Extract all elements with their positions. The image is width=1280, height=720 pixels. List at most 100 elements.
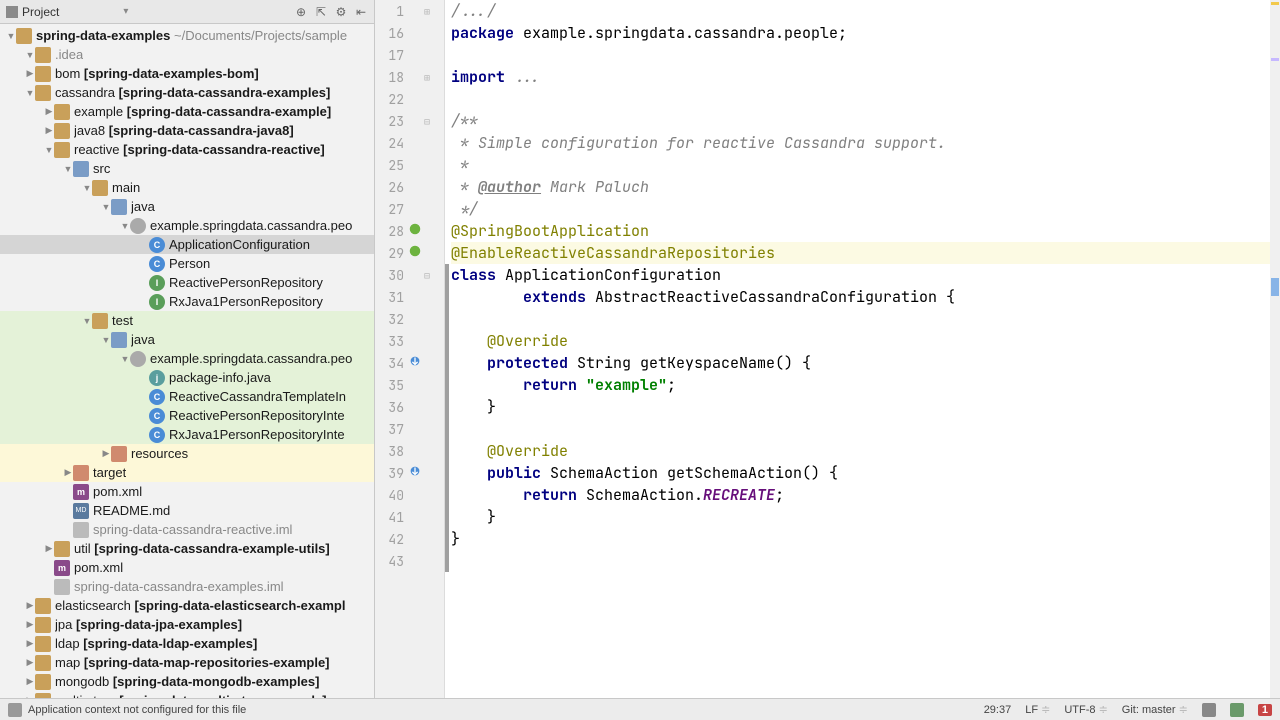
tree-row[interactable]: .idea: [0, 45, 374, 64]
tree-row[interactable]: mongodb [spring-data-mongodb-examples]: [0, 672, 374, 691]
tree-row[interactable]: IReactivePersonRepository: [0, 273, 374, 292]
gutter-line[interactable]: 28: [375, 220, 444, 242]
code-line[interactable]: import ...: [451, 66, 1280, 88]
gutter-line[interactable]: 38: [375, 440, 444, 462]
tree-row[interactable]: jpackage-info.java: [0, 368, 374, 387]
gear-icon[interactable]: ⚙: [334, 5, 348, 19]
code-line[interactable]: return "example";: [451, 374, 1280, 396]
project-tree[interactable]: spring-data-examples ~/Documents/Project…: [0, 24, 374, 698]
tree-row[interactable]: IRxJava1PersonRepository: [0, 292, 374, 311]
tree-row[interactable]: test: [0, 311, 374, 330]
tree-row[interactable]: multi-store [spring-data-multi-store-exa…: [0, 691, 374, 698]
gutter-line[interactable]: 18⊞: [375, 66, 444, 88]
gutter-line[interactable]: 42: [375, 528, 444, 550]
code-line[interactable]: /.../: [451, 0, 1280, 22]
code-line[interactable]: [451, 550, 1280, 572]
inspect-icon[interactable]: [1230, 703, 1244, 717]
tree-root[interactable]: spring-data-examples ~/Documents/Project…: [0, 26, 374, 45]
code-line[interactable]: */: [451, 198, 1280, 220]
gutter-line[interactable]: 23⊟: [375, 110, 444, 132]
tree-row[interactable]: CReactivePersonRepositoryInte: [0, 406, 374, 425]
code-line[interactable]: @Override: [451, 440, 1280, 462]
tree-arrow-icon[interactable]: [101, 335, 111, 345]
tree-row[interactable]: java: [0, 330, 374, 349]
tree-row[interactable]: mpom.xml: [0, 482, 374, 501]
tree-arrow-icon[interactable]: [25, 619, 35, 630]
tree-arrow-icon[interactable]: [44, 145, 54, 155]
tree-arrow-icon[interactable]: [82, 316, 92, 326]
tree-row[interactable]: CPerson: [0, 254, 374, 273]
gutter-line[interactable]: 41: [375, 506, 444, 528]
tree-arrow-icon[interactable]: [44, 125, 54, 136]
gutter-line[interactable]: 37: [375, 418, 444, 440]
tree-arrow-icon[interactable]: [25, 638, 35, 649]
gutter-line[interactable]: 25: [375, 154, 444, 176]
tree-row[interactable]: CRxJava1PersonRepositoryInte: [0, 425, 374, 444]
tree-arrow-icon[interactable]: [25, 68, 35, 79]
error-stripe[interactable]: [1270, 0, 1280, 698]
notification-badge[interactable]: 1: [1258, 704, 1272, 716]
tree-row[interactable]: cassandra [spring-data-cassandra-example…: [0, 83, 374, 102]
fold-icon[interactable]: ⊞: [424, 71, 436, 84]
tree-arrow-icon[interactable]: [25, 676, 35, 687]
tree-arrow-icon[interactable]: [120, 221, 130, 231]
tree-row[interactable]: java: [0, 197, 374, 216]
line-separator[interactable]: LF ≑: [1025, 703, 1050, 716]
status-icon[interactable]: [8, 703, 22, 717]
editor-gutter[interactable]: 1⊞161718⊞2223⊟24252627282930⊟31323334353…: [375, 0, 445, 698]
gutter-line[interactable]: 24: [375, 132, 444, 154]
code-line[interactable]: }: [451, 506, 1280, 528]
code-line[interactable]: public SchemaAction getSchemaAction() {: [451, 462, 1280, 484]
code-line[interactable]: *: [451, 154, 1280, 176]
fold-icon[interactable]: ⊟: [424, 269, 436, 282]
tree-row[interactable]: map [spring-data-map-repositories-exampl…: [0, 653, 374, 672]
tree-row[interactable]: example.springdata.cassandra.peo: [0, 349, 374, 368]
tree-arrow-icon[interactable]: [63, 467, 73, 478]
gutter-line[interactable]: 30⊟: [375, 264, 444, 286]
tree-row[interactable]: resources: [0, 444, 374, 463]
tree-arrow-icon[interactable]: [25, 600, 35, 611]
encoding[interactable]: UTF-8 ≑: [1064, 703, 1107, 716]
tree-arrow-icon[interactable]: [63, 164, 73, 174]
code-line[interactable]: /**: [451, 110, 1280, 132]
lock-icon[interactable]: [1202, 703, 1216, 717]
tree-arrow-icon[interactable]: [6, 31, 16, 41]
tree-row[interactable]: MDREADME.md: [0, 501, 374, 520]
tree-row[interactable]: spring-data-cassandra-examples.iml: [0, 577, 374, 596]
tree-row[interactable]: spring-data-cassandra-reactive.iml: [0, 520, 374, 539]
code-line[interactable]: extends AbstractReactiveCassandraConfigu…: [451, 286, 1280, 308]
fold-icon[interactable]: ⊟: [424, 115, 436, 128]
tree-row[interactable]: CApplicationConfiguration: [0, 235, 374, 254]
tree-row[interactable]: main: [0, 178, 374, 197]
tree-arrow-icon[interactable]: [25, 88, 35, 98]
code-line[interactable]: return SchemaAction.RECREATE;: [451, 484, 1280, 506]
gutter-line[interactable]: 17: [375, 44, 444, 66]
code-line[interactable]: [451, 308, 1280, 330]
tree-row[interactable]: mpom.xml: [0, 558, 374, 577]
hide-icon[interactable]: ⇤: [354, 5, 368, 19]
tree-arrow-icon[interactable]: [44, 543, 54, 554]
tree-arrow-icon[interactable]: [44, 106, 54, 117]
tree-row[interactable]: target: [0, 463, 374, 482]
tree-row[interactable]: reactive [spring-data-cassandra-reactive…: [0, 140, 374, 159]
locate-icon[interactable]: ⊕: [294, 5, 308, 19]
gutter-line[interactable]: 36: [375, 396, 444, 418]
code-line[interactable]: @SpringBootApplication: [451, 220, 1280, 242]
code-line[interactable]: [451, 88, 1280, 110]
tree-arrow-icon[interactable]: [101, 202, 111, 212]
code-line[interactable]: * @author Mark Paluch: [451, 176, 1280, 198]
caret-position[interactable]: 29:37: [984, 704, 1012, 716]
code-line[interactable]: class ApplicationConfiguration: [451, 264, 1280, 286]
tree-arrow-icon[interactable]: [25, 695, 35, 698]
gutter-line[interactable]: 43: [375, 550, 444, 572]
fold-icon[interactable]: ⊞: [424, 5, 436, 18]
gutter-line[interactable]: 29: [375, 242, 444, 264]
gutter-line[interactable]: 40: [375, 484, 444, 506]
gutter-line[interactable]: 39: [375, 462, 444, 484]
editor-code-area[interactable]: /.../package example.springdata.cassandr…: [445, 0, 1280, 698]
chevron-down-icon[interactable]: ▾: [123, 6, 128, 17]
gutter-line[interactable]: 34: [375, 352, 444, 374]
code-line[interactable]: @EnableReactiveCassandraRepositories: [451, 242, 1280, 264]
tree-row[interactable]: example [spring-data-cassandra-example]: [0, 102, 374, 121]
tree-row[interactable]: example.springdata.cassandra.peo: [0, 216, 374, 235]
